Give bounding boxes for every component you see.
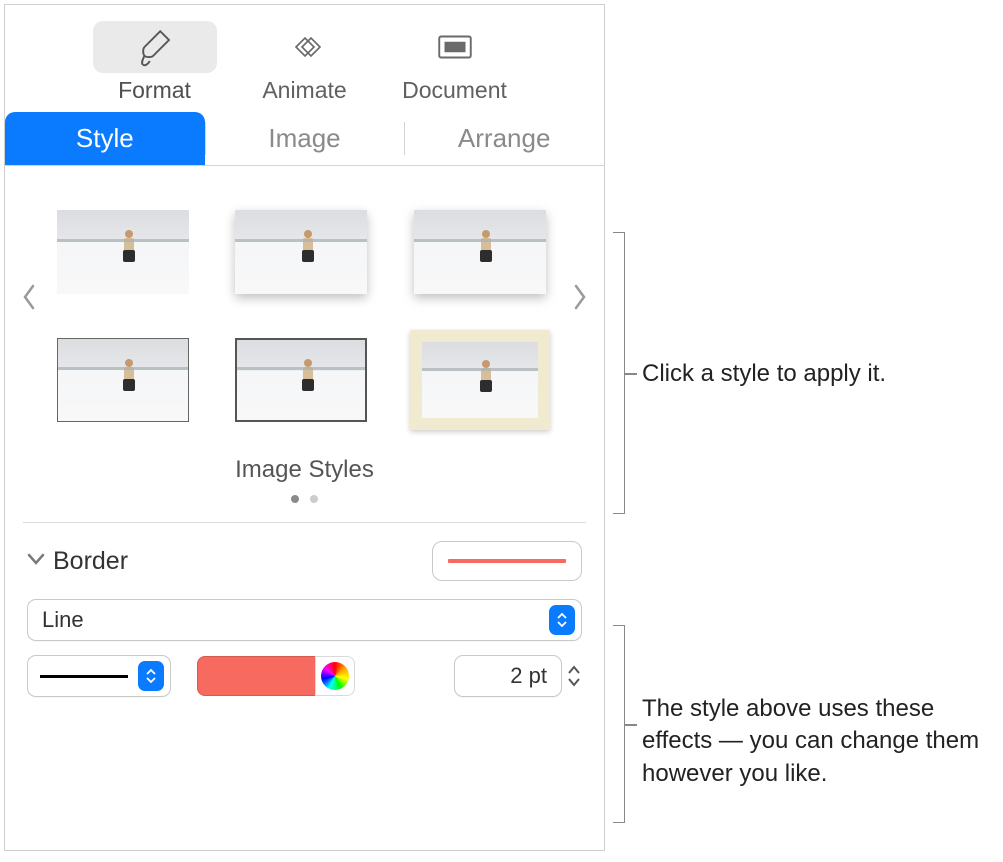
chevron-down-icon [27,552,45,571]
style-thumbnail-6[interactable] [410,334,550,426]
border-width-stepper[interactable] [566,664,582,688]
style-thumbnail-4[interactable] [53,334,193,426]
color-wheel-icon [321,662,349,690]
animate-diamonds-icon [243,21,367,73]
styles-page-dots [5,490,604,508]
border-title: Border [53,547,128,576]
style-thumbnail-3[interactable] [410,206,550,298]
tab-arrange-label: Arrange [458,123,551,154]
format-mode-button[interactable]: Format [90,21,220,104]
border-style-preset-button[interactable] [432,541,582,581]
border-type-select[interactable]: Line [27,599,582,641]
color-picker-button[interactable] [315,656,355,696]
tab-style[interactable]: Style [5,112,205,165]
callout-leader-1 [625,373,637,375]
image-styles-label: Image Styles [5,456,604,484]
inspector-mode-toolbar: Format Animate Document [5,5,604,112]
callout-text-1: Click a style to apply it. [642,358,886,390]
styles-grid [53,206,556,426]
select-arrows-icon [549,605,575,635]
callout-leader-2 [625,724,637,726]
callout-bracket-1 [613,232,625,514]
callout-bracket-2 [613,625,625,823]
border-color-swatch[interactable] [197,656,315,696]
border-width-field[interactable]: 2 pt [454,655,562,697]
line-style-preview [40,675,128,678]
tab-style-label: Style [76,123,134,154]
border-header: Border [27,541,582,581]
style-thumbnail-5[interactable] [231,334,371,426]
chevron-right-icon [572,284,588,310]
style-thumbnail-2[interactable] [231,206,371,298]
format-inspector-panel: Format Animate Document Style [4,4,605,851]
style-thumbnail-1[interactable] [53,206,193,298]
tab-image-label: Image [268,123,340,154]
styles-next-button[interactable] [566,278,594,324]
border-width-control: 2 pt [454,655,582,697]
tab-image[interactable]: Image [205,112,405,165]
page-dot-1[interactable] [291,495,299,503]
stepper-up-icon [566,664,582,676]
format-mode-label: Format [118,77,191,104]
chevron-left-icon [21,284,37,310]
document-slide-icon [393,21,517,73]
animate-mode-label: Animate [262,77,346,104]
border-section: Border Line [5,523,604,697]
tab-arrange[interactable]: Arrange [404,112,604,165]
border-preview-line [448,559,566,563]
inspector-tabs: Style Image Arrange [5,112,604,166]
animate-mode-button[interactable]: Animate [240,21,370,104]
document-mode-label: Document [402,77,507,104]
border-controls-row: 2 pt [27,655,582,697]
callout-text-2: The style above uses these effects — you… [642,693,992,790]
border-width-value: 2 pt [510,663,547,689]
select-arrows-icon [138,661,164,691]
border-type-value: Line [42,607,84,633]
paintbrush-icon [93,21,217,73]
border-color-control [197,655,355,697]
styles-prev-button[interactable] [15,278,43,324]
document-mode-button[interactable]: Document [390,21,520,104]
page-dot-2[interactable] [310,495,318,503]
stepper-down-icon [566,676,582,688]
line-style-select[interactable] [27,655,171,697]
image-styles-carousel [5,166,604,436]
border-disclosure-toggle[interactable]: Border [27,547,128,576]
